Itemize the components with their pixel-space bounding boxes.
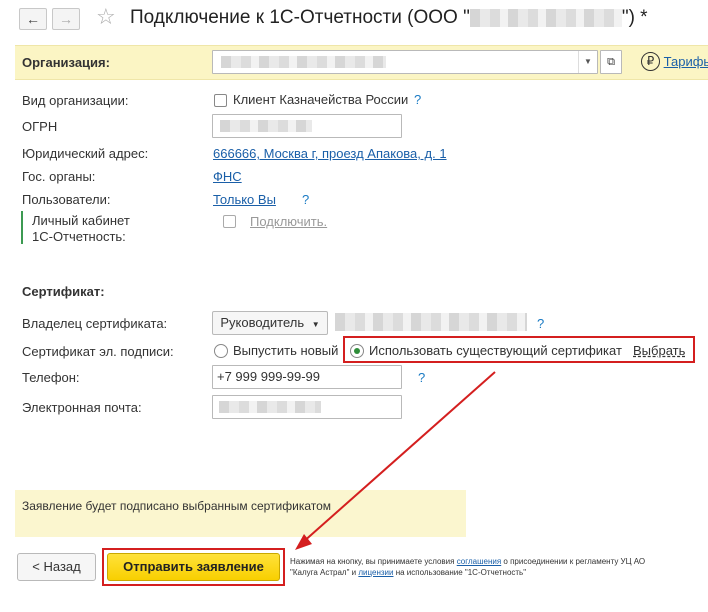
back-nav-button[interactable]: < Назад bbox=[17, 553, 96, 581]
license-link[interactable]: лицензии bbox=[358, 568, 393, 577]
note-text-1: Нажимая на кнопку, вы принимаете условия bbox=[290, 557, 457, 566]
red-arrow-line bbox=[301, 371, 496, 544]
agreement-note: Нажимая на кнопку, вы принимаете условия… bbox=[290, 556, 670, 578]
agreement-link[interactable]: соглашения bbox=[457, 557, 501, 566]
red-arrow-annotation bbox=[295, 371, 496, 550]
send-application-button[interactable]: Отправить заявление bbox=[107, 553, 280, 581]
note-text-3: на использование "1С-Отчетность" bbox=[393, 568, 527, 577]
